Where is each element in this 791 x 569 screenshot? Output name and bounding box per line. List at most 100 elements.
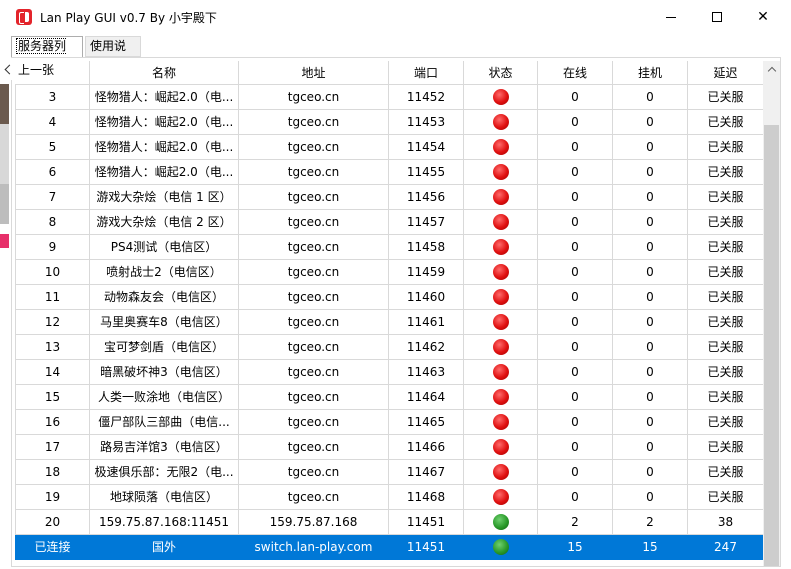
cell-latency: 已关服: [687, 458, 764, 485]
server-row[interactable]: 3 怪物猎人：崛起2.0（电... tgceo.cn 11452 0 0 已关服: [15, 83, 764, 110]
cell-port: 11455: [388, 158, 464, 185]
cell-latency: 已关服: [687, 233, 764, 260]
cell-address: tgceo.cn: [238, 208, 389, 235]
cell-port: 11451: [388, 533, 464, 560]
server-row[interactable]: 4 怪物猎人：崛起2.0（电... tgceo.cn 11453 0 0 已关服: [15, 108, 764, 135]
server-row[interactable]: 18 极速俱乐部：无限2（电... tgceo.cn 11467 0 0 已关服: [15, 458, 764, 485]
cell-status: [463, 433, 538, 460]
cell-status: [463, 358, 538, 385]
cell-online: 0: [537, 108, 613, 135]
server-row[interactable]: 13 宝可梦剑盾（电信区） tgceo.cn 11462 0 0 已关服: [15, 333, 764, 360]
cell-latency: 已关服: [687, 433, 764, 460]
tab-server-list[interactable]: 服务器列表: [11, 36, 83, 73]
server-row[interactable]: 17 路易吉洋馆3（电信区） tgceo.cn 11466 0 0 已关服: [15, 433, 764, 460]
server-row[interactable]: 12 马里奥赛车8（电信区） tgceo.cn 11461 0 0 已关服: [15, 308, 764, 335]
minimize-button[interactable]: [648, 0, 694, 34]
server-row[interactable]: 5 怪物猎人：崛起2.0（电... tgceo.cn 11454 0 0 已关服: [15, 133, 764, 160]
cell-id: 10: [15, 258, 90, 285]
background-window-edge: [0, 84, 9, 264]
cell-idle: 0: [612, 233, 688, 260]
maximize-button[interactable]: [694, 0, 740, 34]
server-row[interactable]: 已连接 国外 switch.lan-play.com 11451 15 15 247: [15, 533, 764, 560]
status-offline-icon: [492, 88, 509, 105]
cell-address: 159.75.87.168: [238, 508, 389, 535]
server-row[interactable]: 20 159.75.87.168:11451 159.75.87.168 11451 2…: [15, 508, 764, 535]
cell-id: 12: [15, 308, 90, 335]
column-header-online[interactable]: 在线: [537, 61, 613, 85]
column-header-latency[interactable]: 延迟: [687, 61, 764, 85]
server-row[interactable]: 7 游戏大杂烩（电信 1 区） tgceo.cn 11456 0 0 已关服: [15, 183, 764, 210]
tab-instructions[interactable]: 使用说明: [85, 36, 141, 72]
cell-idle: 0: [612, 408, 688, 435]
cell-id: 18: [15, 458, 90, 485]
server-row[interactable]: 14 暗黑破坏神3（电信区） tgceo.cn 11463 0 0 已关服: [15, 358, 764, 385]
cell-latency: 已关服: [687, 83, 764, 110]
cell-id: 7: [15, 183, 90, 210]
cell-port: 11451: [388, 508, 464, 535]
cell-online: 2: [537, 508, 613, 535]
status-offline-icon: [492, 463, 509, 480]
cell-name: 僵尸部队三部曲（电信...: [89, 408, 239, 435]
cell-online: 0: [537, 408, 613, 435]
scroll-up-button[interactable]: [763, 61, 780, 78]
cell-status: [463, 533, 538, 560]
cell-address: tgceo.cn: [238, 333, 389, 360]
previous-image-button[interactable]: 上一张: [0, 58, 62, 80]
cell-id: 3: [15, 83, 90, 110]
cell-status: [463, 158, 538, 185]
cell-name: 怪物猎人：崛起2.0（电...: [89, 83, 239, 110]
scrollbar-thumb[interactable]: [764, 125, 779, 566]
column-header-port[interactable]: 端口: [388, 61, 464, 85]
cell-id: 5: [15, 133, 90, 160]
cell-address: tgceo.cn: [238, 183, 389, 210]
server-row[interactable]: 10 喷射战士2（电信区） tgceo.cn 11459 0 0 已关服: [15, 258, 764, 285]
cell-status: [463, 208, 538, 235]
column-header-name[interactable]: 名称: [89, 61, 239, 85]
previous-image-label: 上一张: [18, 62, 55, 77]
server-row[interactable]: 8 游戏大杂烩（电信 2 区） tgceo.cn 11457 0 0 已关服: [15, 208, 764, 235]
cell-port: 11466: [388, 433, 464, 460]
cell-address: tgceo.cn: [238, 433, 389, 460]
cell-port: 11456: [388, 183, 464, 210]
cell-latency: 已关服: [687, 308, 764, 335]
cell-id: 15: [15, 383, 90, 410]
cell-online: 0: [537, 433, 613, 460]
server-row[interactable]: 19 地球陨落（电信区） tgceo.cn 11468 0 0 已关服: [15, 483, 764, 510]
cell-port: 11464: [388, 383, 464, 410]
cell-idle: 0: [612, 283, 688, 310]
cell-latency: 已关服: [687, 408, 764, 435]
cell-idle: 0: [612, 358, 688, 385]
cell-online: 0: [537, 233, 613, 260]
server-row[interactable]: 6 怪物猎人：崛起2.0（电... tgceo.cn 11455 0 0 已关服: [15, 158, 764, 185]
maximize-icon: [712, 12, 722, 22]
cell-address: tgceo.cn: [238, 483, 389, 510]
cell-latency: 已关服: [687, 208, 764, 235]
minimize-icon: [666, 16, 676, 18]
cell-port: 11460: [388, 283, 464, 310]
cell-latency: 247: [687, 533, 764, 560]
cell-status: [463, 508, 538, 535]
column-header-address[interactable]: 地址: [238, 61, 389, 85]
server-row[interactable]: 15 人类一败涂地（电信区） tgceo.cn 11464 0 0 已关服: [15, 383, 764, 410]
cell-name: 怪物猎人：崛起2.0（电...: [89, 133, 239, 160]
cell-id: 20: [15, 508, 90, 535]
close-button[interactable]: ✕: [740, 0, 786, 34]
cell-idle: 0: [612, 83, 688, 110]
cell-port: 11452: [388, 83, 464, 110]
column-header-idle[interactable]: 挂机: [612, 61, 688, 85]
cell-address: tgceo.cn: [238, 133, 389, 160]
vertical-scrollbar[interactable]: [763, 61, 780, 566]
server-row[interactable]: 11 动物森友会（电信区） tgceo.cn 11460 0 0 已关服: [15, 283, 764, 310]
cell-latency: 38: [687, 508, 764, 535]
cell-id: 6: [15, 158, 90, 185]
cell-online: 0: [537, 83, 613, 110]
server-row[interactable]: 9 PS4测试（电信区） tgceo.cn 11458 0 0 已关服: [15, 233, 764, 260]
cell-idle: 0: [612, 183, 688, 210]
cell-latency: 已关服: [687, 158, 764, 185]
cell-name: 喷射战士2（电信区）: [89, 258, 239, 285]
column-header-status[interactable]: 状态: [463, 61, 538, 85]
cell-status: [463, 483, 538, 510]
cell-id: 13: [15, 333, 90, 360]
status-offline-icon: [492, 313, 509, 330]
server-row[interactable]: 16 僵尸部队三部曲（电信... tgceo.cn 11465 0 0 已关服: [15, 408, 764, 435]
